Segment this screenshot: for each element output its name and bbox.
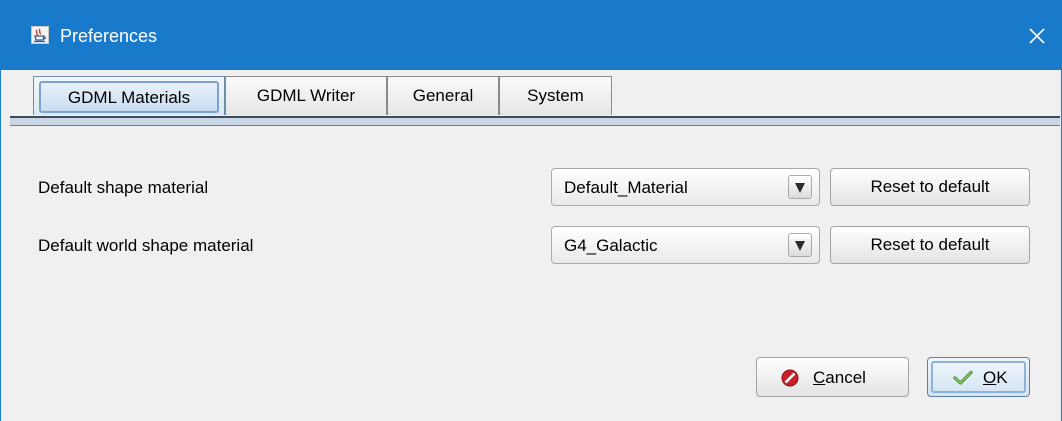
default-shape-material-dropdown[interactable]: Default_Material (551, 168, 820, 206)
preferences-dialog: Preferences GDML Materials GDML Writer G… (0, 0, 1062, 421)
checkmark-icon (953, 370, 973, 391)
ok-button[interactable]: OK (927, 357, 1030, 397)
tab-label: GDML Materials (39, 81, 219, 113)
tab-system[interactable]: System (499, 76, 612, 115)
default-world-shape-material-label: Default world shape material (38, 236, 254, 255)
window-title: Preferences (60, 26, 158, 46)
dropdown-arrow-button[interactable] (788, 175, 812, 199)
reset-default-world-shape-material-button[interactable]: Reset to default (830, 226, 1030, 264)
ok-label: OK (983, 368, 1008, 388)
dropdown-arrow-button[interactable] (788, 233, 812, 257)
chevron-down-icon (795, 241, 805, 251)
chevron-down-icon (795, 183, 805, 193)
cancel-mnemonic: C (813, 368, 826, 387)
dropdown-selected-value: G4_Galactic (564, 236, 658, 255)
cancel-icon (781, 369, 799, 392)
tab-gdml-materials[interactable]: GDML Materials (33, 76, 225, 115)
ok-label-rest: K (996, 368, 1008, 387)
reset-default-shape-material-button[interactable]: Reset to default (830, 168, 1030, 206)
java-cup-icon (31, 26, 49, 44)
tab-label: General (412, 86, 474, 105)
cancel-button[interactable]: Cancel (756, 357, 909, 397)
tab-label: GDML Writer (256, 86, 356, 105)
cancel-label-rest: ancel (825, 368, 866, 387)
ok-focus-ring (931, 361, 1026, 393)
tab-content-border-bottom (10, 125, 1060, 126)
tab-gdml-writer[interactable]: GDML Writer (225, 76, 387, 115)
tab-content-border-shadow (10, 118, 1060, 125)
ok-mnemonic: O (983, 368, 997, 387)
default-world-shape-material-dropdown[interactable]: G4_Galactic (551, 226, 820, 264)
tab-strip: GDML Materials GDML Writer General Syste… (27, 76, 1057, 116)
cancel-label: Cancel (813, 368, 866, 388)
dropdown-selected-value: Default_Material (564, 178, 688, 197)
default-shape-material-label: Default shape material (38, 178, 209, 197)
tab-general[interactable]: General (387, 76, 499, 115)
title-bar[interactable]: Preferences (1, 0, 1061, 70)
close-icon[interactable] (1019, 18, 1055, 54)
tab-label: System (527, 86, 584, 105)
